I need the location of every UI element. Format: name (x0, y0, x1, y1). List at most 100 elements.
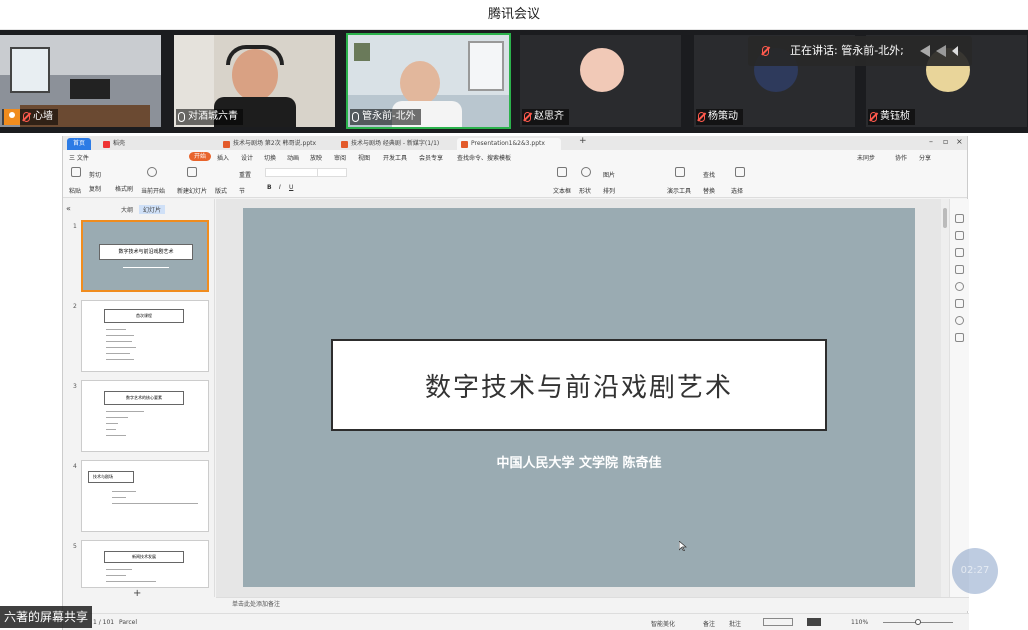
new-slide-label: 新建幻灯片 (177, 188, 208, 195)
notes-button[interactable]: 备注 (703, 619, 715, 628)
new-slide-icon[interactable] (187, 167, 197, 177)
slide-subtitle[interactable]: 中国人民大学 文学院 陈奇佳 (243, 452, 915, 471)
format-painter-button[interactable]: 格式刷 (115, 184, 133, 193)
font-size-select[interactable] (317, 168, 347, 177)
theme-name: Parcel (119, 619, 138, 626)
view-mode-buttons[interactable] (763, 618, 793, 626)
play-icon[interactable] (147, 167, 157, 177)
reset-button[interactable]: 重置 (239, 170, 251, 179)
close-button[interactable]: × (956, 137, 963, 146)
select-icon[interactable] (735, 167, 745, 177)
vertical-scrollbar[interactable] (941, 199, 949, 597)
image-icon[interactable] (955, 299, 964, 308)
room-window (10, 47, 50, 93)
scroll-thumb[interactable] (943, 208, 947, 228)
zoom-level[interactable]: 110% (851, 619, 868, 626)
underline-button[interactable]: U (289, 184, 293, 191)
wps-window: 首页 稻壳 技术与剧场 第2次 韩哥说.pptx 技术与剧场 经典剧 - 新媒字… (62, 136, 969, 630)
shape-label: 形状 (579, 188, 592, 195)
cut-button[interactable]: 剪切 (89, 170, 101, 179)
participant-name-tag: 管永前-北外 (350, 109, 421, 125)
bold-button[interactable]: B (267, 184, 272, 191)
tab-doc-1[interactable]: 技术与剧场 第2次 韩哥说.pptx (219, 138, 325, 150)
avatar (580, 48, 624, 92)
participant-name: 黄钰桢 (880, 111, 910, 122)
speaking-text: 正在讲话: 管永前-北外; (790, 44, 904, 57)
zoom-slider-handle[interactable] (915, 619, 921, 625)
animation-icon[interactable] (955, 231, 964, 240)
ppt-icon (461, 141, 468, 148)
italic-button[interactable]: I (279, 184, 281, 191)
video-tile-3[interactable]: 管永前-北外 (346, 33, 511, 129)
maximize-button[interactable]: ▫ (943, 137, 948, 146)
section-button[interactable]: 节 (239, 186, 245, 195)
property-icon[interactable] (955, 214, 964, 223)
notes-field[interactable]: 单击此处添加备注 (216, 597, 969, 611)
collapse-pane-icon[interactable]: « (66, 204, 71, 213)
slide-thumbnail[interactable]: 技术与剧场 (81, 460, 209, 532)
video-tile-2[interactable]: 对酒城六青 (174, 35, 335, 127)
help-icon[interactable] (955, 282, 964, 291)
layout-button[interactable]: 版式 (215, 186, 227, 195)
menu-member[interactable]: 会员专享 (419, 153, 443, 162)
thumb-line (106, 353, 130, 354)
minimize-button[interactable]: – (929, 137, 933, 146)
menu-transition[interactable]: 切换 (264, 153, 276, 162)
find-button[interactable]: 查找 (703, 170, 715, 179)
shape-icon[interactable] (581, 167, 591, 177)
present-tools-icon[interactable] (675, 167, 685, 177)
arrange-button[interactable]: 排列 (603, 186, 615, 195)
paste-icon[interactable] (71, 167, 81, 177)
textbox-icon[interactable] (557, 167, 567, 177)
comments-button[interactable]: 批注 (729, 619, 741, 628)
video-tile-1[interactable]: 心墙 (0, 35, 161, 127)
mic-icon (762, 46, 769, 56)
menu-devtools[interactable]: 开发工具 (383, 153, 407, 162)
tab-slides[interactable]: 幻灯片 (139, 205, 166, 214)
template-icon[interactable] (955, 265, 964, 274)
beautify-button[interactable]: 智能美化 (651, 619, 675, 628)
book-icon[interactable] (955, 333, 964, 342)
add-slide-button[interactable]: + (133, 588, 141, 599)
transition-icon[interactable] (955, 248, 964, 257)
menu-view[interactable]: 视图 (358, 153, 370, 162)
picture-button[interactable]: 图片 (603, 170, 615, 179)
sync-status[interactable]: 未同步 (857, 153, 875, 162)
docer-icon (103, 141, 110, 148)
slide-thumbnail[interactable]: 数字艺术的核心要素 (81, 380, 209, 452)
menu-review[interactable]: 审阅 (334, 153, 346, 162)
thumb-title: 数字艺术的核心要素 (104, 391, 184, 405)
slide-thumbnail[interactable]: 数字技术与前沿戏剧艺术 (81, 220, 209, 292)
thumb-line (106, 341, 132, 342)
thumb-number: 3 (73, 383, 77, 390)
command-search[interactable]: 查找命令、搜索模板 (457, 153, 511, 162)
tab-outline[interactable]: 大纲 (121, 205, 133, 214)
new-tab-button[interactable]: + (579, 136, 587, 146)
current-slide[interactable]: 数字技术与前沿戏剧艺术 中国人民大学 文学院 陈奇佳 (243, 208, 915, 587)
layout-arrows-icon[interactable] (918, 44, 962, 58)
copy-button[interactable]: 复制 (89, 184, 101, 193)
tab-home[interactable]: 首页 (67, 138, 92, 150)
thumb-line (106, 423, 118, 424)
menu-design[interactable]: 设计 (241, 153, 253, 162)
menu-insert[interactable]: 插入 (217, 153, 229, 162)
menu-slideshow[interactable]: 放映 (310, 153, 322, 162)
menu-file[interactable]: 三 文件 (69, 153, 89, 162)
collab-button[interactable]: 协作 (895, 153, 907, 162)
tab-doc-3[interactable]: Presentation1&2&3.pptx (457, 138, 561, 150)
tab-doc-2[interactable]: 技术与剧场 经典剧 - 新媒字(1/1) (337, 138, 449, 150)
menu-animation[interactable]: 动画 (287, 153, 299, 162)
slide-thumbnail[interactable]: 新闻技术发展 (81, 540, 209, 588)
video-tile-4[interactable]: 赵思齐 (520, 35, 681, 127)
play-from-current-label: 当前开始 (141, 188, 166, 195)
participant-name: 管永前-北外 (362, 111, 416, 122)
share-button[interactable]: 分享 (919, 153, 931, 162)
thumb-line (106, 335, 134, 336)
location-icon[interactable] (955, 316, 964, 325)
replace-button[interactable]: 替换 (703, 186, 715, 195)
tab-docer[interactable]: 稻壳 (99, 138, 139, 150)
play-slideshow-button[interactable] (807, 618, 821, 626)
menu-start[interactable]: 开始 (189, 152, 212, 161)
slide-title[interactable]: 数字技术与前沿戏剧艺术 (331, 339, 827, 431)
slide-thumbnail[interactable]: 首次课程 (81, 300, 209, 372)
